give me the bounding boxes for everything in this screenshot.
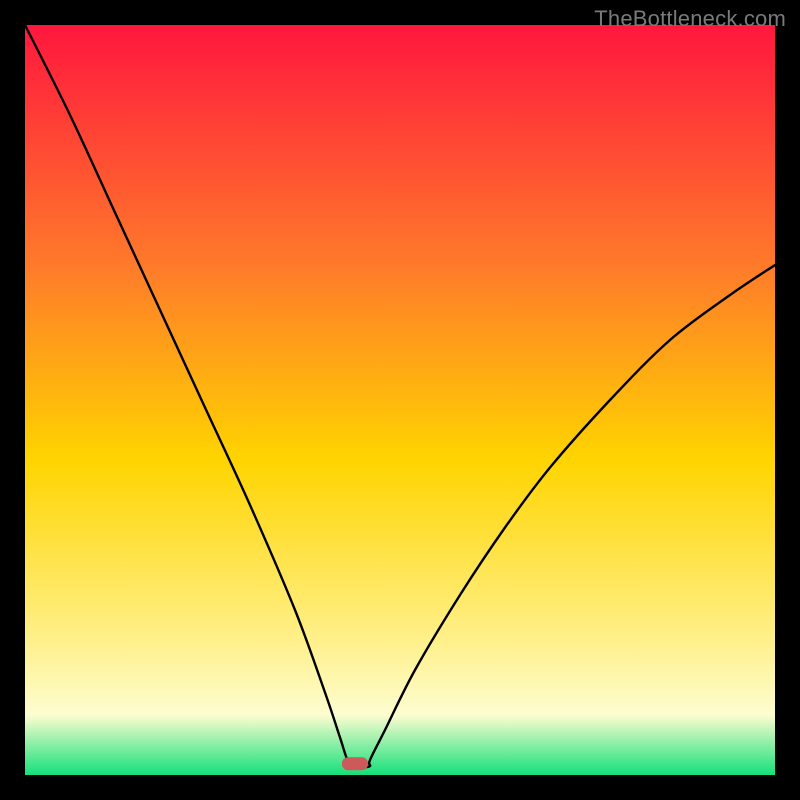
optimum-marker [342,757,368,770]
chart-frame: TheBottleneck.com [0,0,800,800]
plot-svg [25,25,775,775]
gradient-rect [25,25,775,775]
plot-area [25,25,775,775]
watermark-text: TheBottleneck.com [594,6,786,32]
